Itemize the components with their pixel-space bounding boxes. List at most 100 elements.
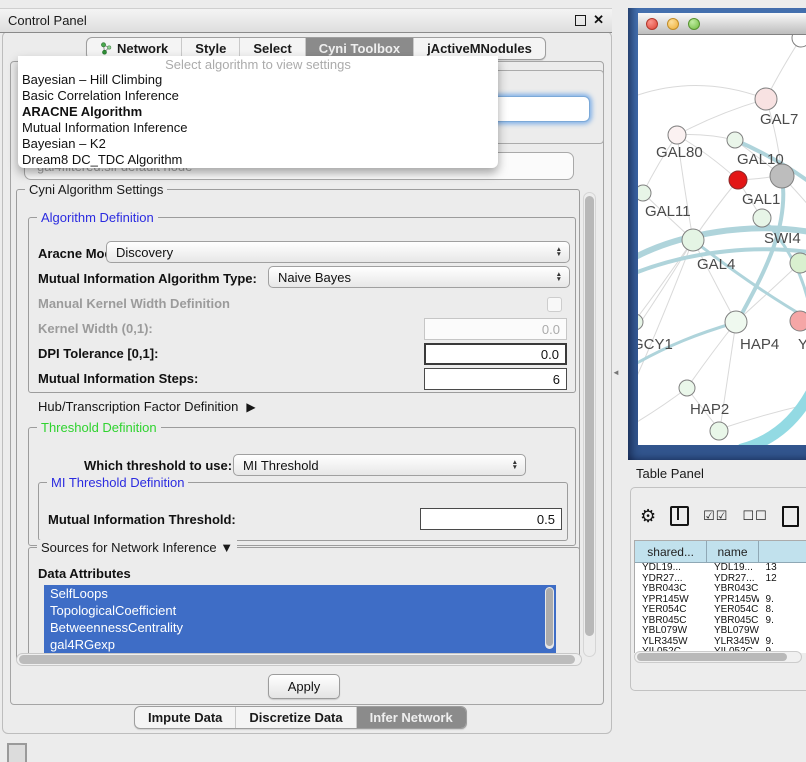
table-cell: 9. [759, 637, 806, 648]
aracne-mode-combo[interactable]: Discovery ▲▼ [106, 241, 570, 263]
network-node-gal7[interactable] [755, 88, 777, 110]
attribute-item-topologicalcoefficient[interactable]: TopologicalCoefficient [44, 602, 556, 619]
network-node-hap4[interactable] [725, 311, 747, 333]
network-edge[interactable] [742, 383, 806, 445]
table-cell: YLR345W [707, 637, 759, 648]
table-cell [759, 584, 806, 595]
attribute-item-gal4rgexp[interactable]: gal4RGexp [44, 636, 556, 653]
select-all-icon[interactable]: ☑☑ [703, 508, 728, 524]
table-row[interactable]: YBL079WYBL079W [635, 626, 806, 637]
tab-label: Infer Network [370, 710, 453, 725]
collapsed-panel-icon[interactable] [7, 743, 27, 762]
kernel-width-label: Kernel Width (0,1): [38, 321, 153, 336]
network-node-gal80[interactable] [668, 126, 686, 144]
which-threshold-combo[interactable]: MI Threshold ▲▼ [233, 454, 526, 476]
kernel-width-input[interactable]: 0.0 [424, 318, 567, 340]
network-edge[interactable] [736, 263, 800, 322]
network-node-gal4[interactable] [682, 229, 704, 251]
sources-title: Sources for Network Inference ▼ [37, 540, 237, 555]
tab-label: Cyni Toolbox [319, 41, 400, 56]
algorithm-option-bayesian-k2[interactable]: Bayesian – K2 [18, 136, 498, 152]
hub-transcription-factor-section[interactable]: Hub/Transcription Factor Definition ▶ [38, 399, 256, 414]
network-node-y[interactable] [790, 311, 806, 331]
network-node-gal1[interactable] [729, 171, 747, 189]
network-node[interactable] [710, 422, 728, 440]
network-window-titlebar[interactable] [638, 13, 806, 35]
network-node-gal11[interactable] [638, 185, 651, 201]
table-cell: YBL079W [707, 626, 759, 637]
table-horizontal-scrollbar[interactable] [634, 651, 802, 663]
scrollbar-thumb[interactable] [546, 588, 553, 646]
columns-icon[interactable] [670, 506, 689, 526]
network-node[interactable] [792, 35, 806, 47]
network-canvas[interactable]: GAL7GAL80GAL10GAL1GAL11GAL4SWI4GCY1HAP4Y… [638, 35, 806, 445]
algorithm-option-bayesian-hill-climbing[interactable]: Bayesian – Hill Climbing [18, 72, 498, 88]
network-node[interactable] [770, 164, 794, 188]
network-icon [100, 42, 112, 55]
settings-horizontal-scrollbar[interactable] [16, 653, 582, 666]
table-cell: YBR043C [707, 584, 759, 595]
dpi-tolerance-input[interactable]: 0.0 [424, 343, 567, 365]
table-row[interactable]: YDR27...YDR27...12 [635, 574, 806, 585]
network-edge[interactable] [687, 322, 736, 388]
table-row[interactable]: YDL19...YDL19...13 [635, 563, 806, 574]
close-icon[interactable]: ✕ [593, 13, 604, 27]
gear-icon[interactable]: ⚙ [640, 506, 656, 526]
table-cell: YBR043C [635, 584, 707, 595]
column-header-shared[interactable]: shared... [635, 541, 707, 562]
network-edge[interactable] [638, 388, 687, 425]
column-header-extra[interactable] [759, 541, 806, 562]
table-row[interactable]: YLR345WYLR345W9. [635, 637, 806, 648]
expand-right-icon[interactable]: ▶ [246, 400, 255, 414]
table-cell [759, 626, 806, 637]
tab-impute-data[interactable]: Impute Data [135, 707, 235, 728]
algorithm-dropdown-list: Bayesian – Hill ClimbingBasic Correlatio… [18, 72, 498, 168]
network-node[interactable] [790, 253, 806, 273]
network-edge[interactable] [677, 99, 766, 135]
mi-threshold-input[interactable]: 0.5 [420, 508, 562, 530]
settings-vertical-scrollbar[interactable] [583, 192, 596, 657]
scrollbar-thumb[interactable] [585, 196, 594, 636]
manual-kernel-width-checkbox[interactable] [547, 297, 562, 312]
tab-discretize-data[interactable]: Discretize Data [235, 707, 355, 728]
network-edge[interactable] [638, 85, 766, 99]
network-node-gal10[interactable] [727, 132, 743, 148]
network-node-swi4[interactable] [753, 209, 771, 227]
network-node-gcy1[interactable] [638, 314, 643, 330]
mi-algorithm-type-label: Mutual Information Algorithm Type: [38, 271, 257, 286]
collapse-down-icon[interactable]: ▼ [220, 540, 233, 555]
minimize-traffic-light-icon[interactable] [667, 18, 679, 30]
network-node-label: Y [798, 336, 806, 353]
float-icon[interactable] [575, 15, 586, 26]
zoom-traffic-light-icon[interactable] [688, 18, 700, 30]
deselect-all-icon[interactable]: ☐☐ [742, 508, 767, 524]
table-row[interactable]: YBR045CYBR045C9. [635, 616, 806, 627]
table-row[interactable]: YER054CYER054C8. [635, 605, 806, 616]
table-panel-title: Table Panel [636, 466, 704, 481]
table-row[interactable]: YBR043CYBR043C [635, 584, 806, 595]
document-icon[interactable] [782, 506, 799, 527]
algorithm-option-dream8-dc-tdc-algorithm[interactable]: Dream8 DC_TDC Algorithm [18, 152, 498, 168]
data-attributes-list[interactable]: SelfLoopsTopologicalCoefficientBetweenne… [44, 585, 556, 653]
scrollbar-thumb[interactable] [19, 655, 575, 664]
table-cell: YDR27... [635, 574, 707, 585]
splitter-collapse-icon[interactable]: ◄ [612, 368, 620, 377]
attribute-item-betweennesscentrality[interactable]: BetweennessCentrality [44, 619, 556, 636]
mi-algorithm-type-combo[interactable]: Naive Bayes ▲▼ [268, 266, 570, 288]
table-cell: YER054C [707, 605, 759, 616]
apply-button[interactable]: Apply [268, 674, 340, 699]
mi-steps-input[interactable]: 6 [424, 368, 567, 390]
close-traffic-light-icon[interactable] [646, 18, 658, 30]
table-cell: YBR045C [635, 616, 707, 627]
table-row[interactable]: YPR145WYPR145W9. [635, 595, 806, 606]
tab-infer-network[interactable]: Infer Network [356, 707, 466, 728]
network-node-hap2[interactable] [679, 380, 695, 396]
algorithm-option-mutual-information-inference[interactable]: Mutual Information Inference [18, 120, 498, 136]
list-vertical-scrollbar[interactable] [545, 587, 554, 649]
table-cell: YBR045C [707, 616, 759, 627]
attribute-item-selfloops[interactable]: SelfLoops [44, 585, 556, 602]
column-header-name[interactable]: name [707, 541, 758, 562]
algorithm-option-basic-correlation-inference[interactable]: Basic Correlation Inference [18, 88, 498, 104]
algorithm-option-aracne-algorithm[interactable]: ARACNE Algorithm [18, 104, 498, 120]
scrollbar-thumb[interactable] [637, 653, 787, 661]
